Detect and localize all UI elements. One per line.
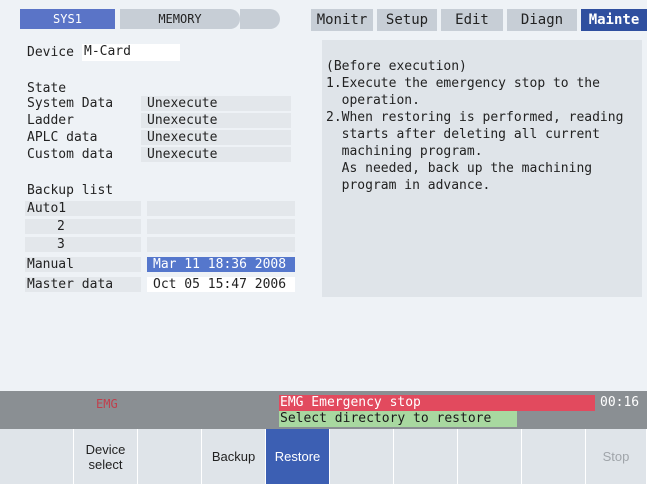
fkey-label: Restore xyxy=(274,449,321,464)
backup-row-label[interactable]: Auto1 xyxy=(25,201,141,216)
guide-line: operation. xyxy=(326,93,420,108)
device-label: Device xyxy=(27,45,74,60)
backup-row-value[interactable] xyxy=(147,219,295,234)
fkey-7[interactable] xyxy=(394,429,458,484)
guide-line: machining program. xyxy=(326,144,483,159)
guide-line: (Before execution) xyxy=(326,59,467,74)
mode-tab-end xyxy=(240,9,280,29)
device-value: M-Card xyxy=(84,44,131,59)
fkey-label: Device select xyxy=(85,441,126,472)
system-tab[interactable]: SYS1 xyxy=(20,9,115,29)
state-row-value: Unexecute xyxy=(141,147,291,162)
guide-line: program in advance. xyxy=(326,178,491,193)
guide-line: starts after deleting all current xyxy=(326,127,600,142)
backup-row-value[interactable] xyxy=(147,237,295,252)
backup-row-label[interactable]: 2 xyxy=(25,219,141,234)
emg-indicator: EMG xyxy=(96,397,118,411)
backup-button[interactable]: Backup xyxy=(202,429,266,484)
menu-tab-setup[interactable]: Setup xyxy=(377,9,437,31)
state-row-label: Custom data xyxy=(27,146,114,162)
fkey-8[interactable] xyxy=(458,429,522,484)
stop-button[interactable]: Stop xyxy=(586,429,647,484)
device-field[interactable]: M-Card xyxy=(82,44,180,61)
fkey-3[interactable] xyxy=(138,429,202,484)
guide-text: (Before execution) 1.Execute the emergenc… xyxy=(326,41,623,211)
state-row-value: Unexecute xyxy=(141,130,291,145)
guide-line: 2.When restoring is performed, reading xyxy=(326,110,624,125)
fkey-6[interactable] xyxy=(330,429,394,484)
menu-label: Mainte xyxy=(588,12,640,28)
mode-tab: MEMORY xyxy=(120,9,240,29)
backup-row-value-selected[interactable]: Mar 11 18:36 2008 xyxy=(147,257,295,272)
menu-label: Edit xyxy=(455,12,489,28)
restore-button[interactable]: Restore xyxy=(266,429,330,484)
guide-line: As needed, back up the machining xyxy=(326,161,593,176)
state-row-label: APLC data xyxy=(27,129,98,145)
fkey-9[interactable] xyxy=(522,429,586,484)
menu-tab-edit[interactable]: Edit xyxy=(441,9,503,31)
backup-row-label[interactable]: Manual xyxy=(25,257,141,272)
backup-row-value[interactable]: Oct 05 15:47 2006 xyxy=(147,277,295,292)
guide-line: 1.Execute the emergency stop to the xyxy=(326,76,600,91)
backup-row-label[interactable]: Master data xyxy=(25,277,141,292)
menu-tab-diagn[interactable]: Diagn xyxy=(507,9,577,31)
mode-label: MEMORY xyxy=(158,12,202,26)
fkey-1[interactable] xyxy=(10,429,74,484)
backup-row-value[interactable] xyxy=(147,201,295,216)
menu-label: Diagn xyxy=(520,12,564,28)
fkey-label: Backup xyxy=(211,449,256,464)
fkey-label: Stop xyxy=(602,449,630,464)
menu-tab-mainte[interactable]: Mainte xyxy=(581,9,647,31)
clock: 00:16 xyxy=(600,395,640,410)
menu-tab-monitor[interactable]: Monitr xyxy=(311,9,373,31)
state-row-label: Ladder xyxy=(27,112,74,128)
state-row-label: System Data xyxy=(27,95,114,111)
operation-message: Select directory to restore xyxy=(279,411,517,427)
system-tab-label: SYS1 xyxy=(53,12,82,26)
device-select-button[interactable]: Device select xyxy=(74,429,138,484)
alarm-message: EMG Emergency stop xyxy=(279,395,595,411)
backup-row-label[interactable]: 3 xyxy=(25,237,141,252)
menu-label: Setup xyxy=(385,12,429,28)
state-row-value: Unexecute xyxy=(141,113,291,128)
backup-title: Backup list xyxy=(27,183,114,198)
menu-label: Monitr xyxy=(316,12,368,28)
state-row-value: Unexecute xyxy=(141,96,291,111)
